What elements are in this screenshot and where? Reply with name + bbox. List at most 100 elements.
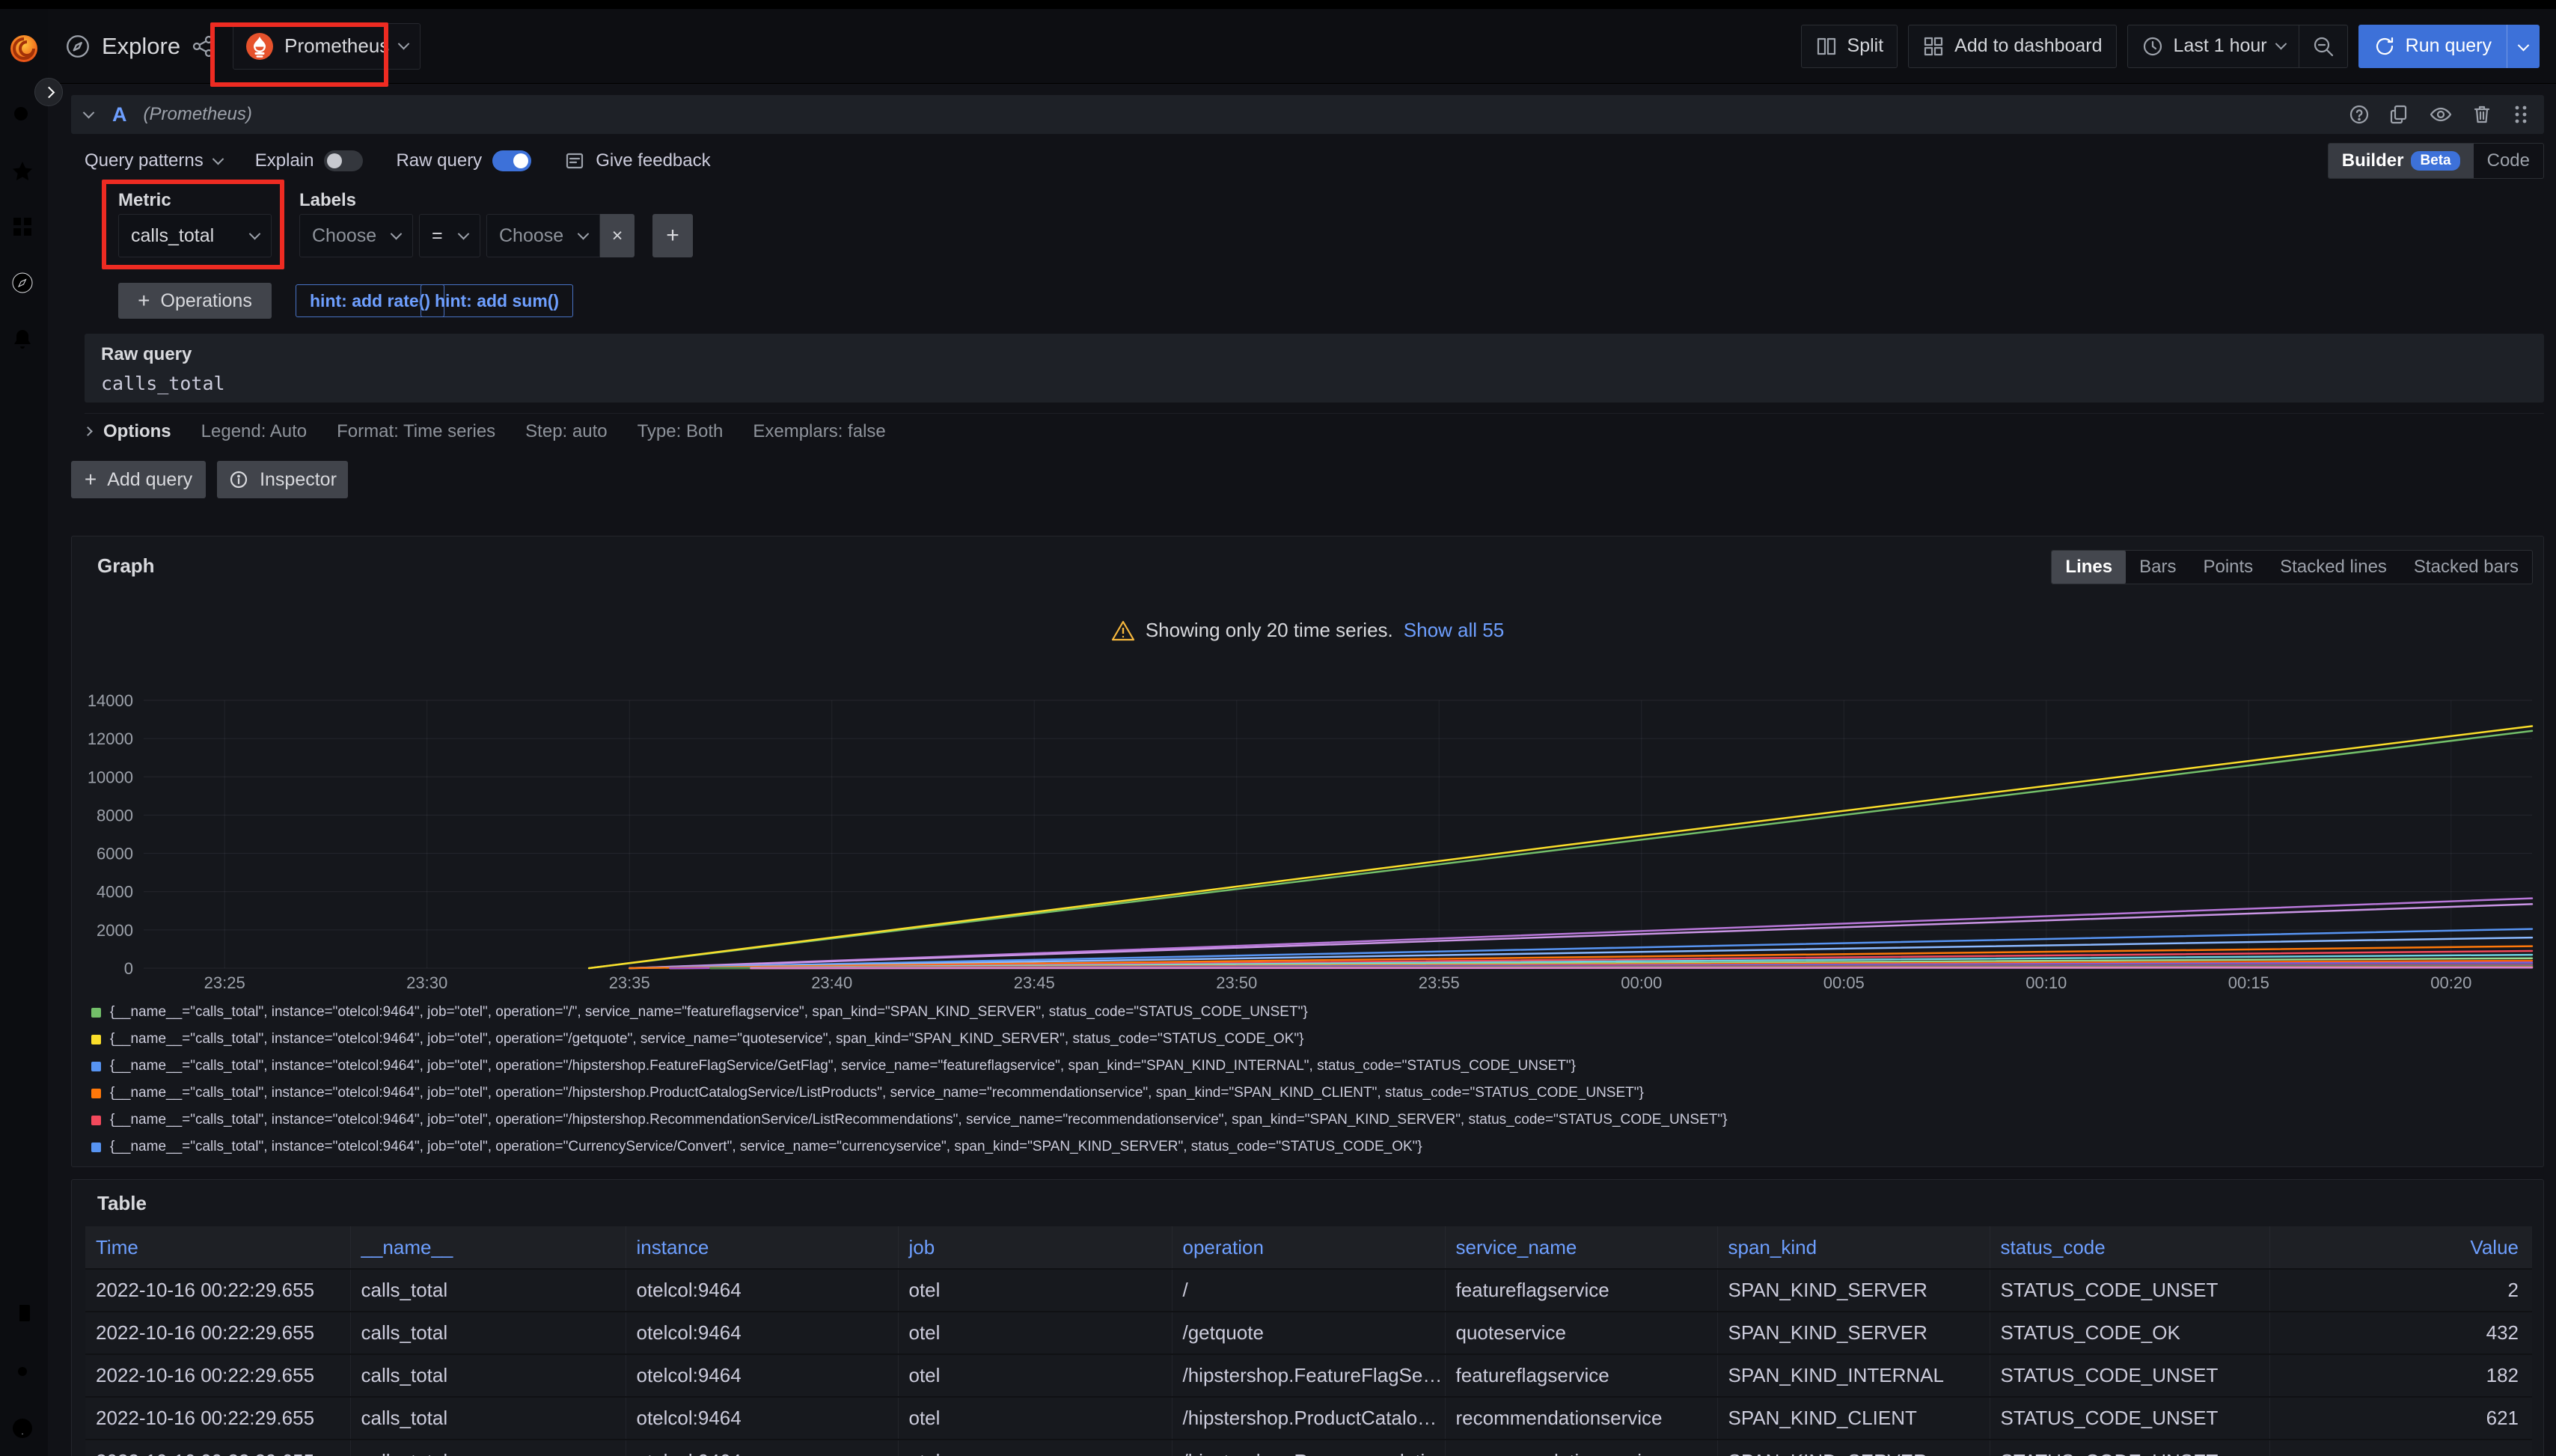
help-circle-icon[interactable] (2348, 103, 2370, 126)
legend-swatch (91, 1035, 101, 1044)
options-expander[interactable]: Options (85, 421, 171, 442)
add-to-dashboard-button[interactable]: Add to dashboard (1908, 25, 2116, 68)
tab-lines[interactable]: Lines (2052, 551, 2126, 584)
svg-text:10000: 10000 (88, 768, 133, 786)
table-row[interactable]: 2022-10-16 00:22:29.655calls_totalotelco… (85, 1269, 2532, 1312)
svg-text:23:50: 23:50 (1216, 973, 1257, 992)
datasource-picker[interactable]: Prometheus (233, 23, 421, 70)
starred-icon[interactable] (10, 159, 35, 184)
legend-item[interactable]: {__name__="calls_total", instance="otelc… (91, 1107, 2528, 1134)
trash-icon[interactable] (2471, 103, 2493, 126)
grafana-logo[interactable] (9, 31, 39, 64)
plus-icon: + (138, 289, 150, 313)
table-panel: Table Time __name__ instance job operati… (71, 1179, 2544, 1456)
split-button[interactable]: Split (1801, 25, 1898, 68)
sidebar-expand-button[interactable] (34, 78, 63, 106)
legend-item[interactable]: {__name__="calls_total", instance="otelc… (91, 1080, 2528, 1107)
operations-button[interactable]: + Operations (118, 283, 272, 319)
eye-icon[interactable] (2429, 103, 2453, 126)
chevron-down-icon (398, 38, 410, 50)
help-icon[interactable] (10, 1416, 35, 1441)
cell-instance: otelcol:9464 (626, 1269, 898, 1312)
cell-instance: otelcol:9464 (626, 1312, 898, 1354)
cell-time: 2022-10-16 00:22:29.655 (85, 1440, 350, 1456)
query-row-header[interactable]: A (Prometheus) (71, 95, 2544, 134)
show-all-series-link[interactable]: Show all 55 (1404, 619, 1504, 642)
table-row[interactable]: 2022-10-16 00:22:29.655calls_totalotelco… (85, 1312, 2532, 1354)
zoom-out-button[interactable] (2299, 34, 2347, 58)
metric-select[interactable]: calls_total (118, 214, 272, 257)
give-feedback-label: Give feedback (596, 150, 710, 171)
refresh-icon (2373, 35, 2396, 58)
chevron-down-icon (458, 227, 470, 239)
label-key-placeholder: Choose (312, 225, 376, 247)
explain-toggle[interactable] (324, 150, 363, 171)
code-tab[interactable]: Code (2474, 144, 2543, 178)
settings-gear-icon[interactable] (10, 1359, 35, 1384)
run-query-button[interactable]: Run query (2358, 25, 2540, 68)
cell-service-name: recommendationservice (1445, 1397, 1717, 1440)
hint-add-sum-button[interactable]: hint: add sum() (421, 284, 573, 317)
tab-points[interactable]: Points (2189, 551, 2266, 584)
table-row[interactable]: 2022-10-16 00:22:29.655calls_totalotelco… (85, 1354, 2532, 1397)
cell-instance: otelcol:9464 (626, 1354, 898, 1397)
label-operator-select[interactable]: = (419, 214, 480, 257)
collapse-query-icon[interactable] (83, 106, 95, 118)
column-header-instance[interactable]: instance (626, 1226, 898, 1269)
raw-query-toggle[interactable] (492, 150, 531, 171)
tab-stacked-bars[interactable]: Stacked bars (2400, 551, 2532, 584)
add-label-button[interactable]: + (652, 214, 693, 257)
label-value-select[interactable]: Choose (486, 214, 600, 257)
search-icon[interactable] (10, 103, 35, 128)
tab-stacked-lines[interactable]: Stacked lines (2266, 551, 2400, 584)
cell-span-kind: SPAN_KIND_CLIENT (1717, 1397, 1990, 1440)
run-query-dropdown[interactable] (2507, 35, 2540, 57)
cell-instance: otelcol:9464 (626, 1440, 898, 1456)
time-series-chart[interactable]: 23:2523:3023:3523:4023:4523:5023:5500:00… (78, 683, 2540, 1000)
cell-job: otel (898, 1354, 1172, 1397)
cell-operation: / (1172, 1269, 1445, 1312)
inspector-button[interactable]: Inspector (217, 461, 348, 498)
chevron-down-icon (249, 227, 261, 239)
give-feedback-button[interactable]: Give feedback (564, 150, 710, 171)
dashboards-icon[interactable] (10, 214, 35, 239)
legend-swatch (91, 1062, 101, 1071)
explain-toggle-group: Explain (255, 150, 364, 171)
add-query-button[interactable]: + Add query (71, 461, 206, 498)
table-row[interactable]: 2022-10-16 00:22:29.655calls_totalotelco… (85, 1397, 2532, 1440)
column-header-name[interactable]: __name__ (350, 1226, 626, 1269)
drag-handle-icon[interactable] (2511, 103, 2531, 126)
share-icon[interactable] (191, 34, 215, 58)
legend-item[interactable]: {__name__="calls_total", instance="otelc… (91, 1134, 2528, 1160)
remove-label-button[interactable]: × (600, 214, 635, 257)
query-patterns-dropdown[interactable]: Query patterns (85, 150, 222, 171)
graph-panel-title: Graph (97, 554, 155, 578)
column-header-job[interactable]: job (898, 1226, 1172, 1269)
label-key-select[interactable]: Choose (299, 214, 413, 257)
column-header-time[interactable]: Time (85, 1226, 350, 1269)
legend-item[interactable]: {__name__="calls_total", instance="otelc… (91, 1053, 2528, 1080)
legend-item[interactable]: {__name__="calls_total", instance="otelc… (91, 999, 2528, 1026)
column-header-service-name[interactable]: service_name (1445, 1226, 1717, 1269)
graph-style-tabs: Lines Bars Points Stacked lines Stacked … (2051, 550, 2533, 584)
explore-compass-icon[interactable] (10, 270, 35, 296)
feedback-icon (564, 150, 585, 171)
column-header-span-kind[interactable]: span_kind (1717, 1226, 1990, 1269)
svg-text:4000: 4000 (97, 883, 133, 902)
svg-text:00:20: 00:20 (2430, 973, 2471, 992)
copy-icon[interactable] (2388, 103, 2411, 126)
column-header-value[interactable]: Value (2269, 1226, 2532, 1269)
column-header-status-code[interactable]: status_code (1990, 1226, 2269, 1269)
legend-swatch (91, 1089, 101, 1098)
builder-tab[interactable]: Builder Beta (2329, 144, 2474, 178)
column-header-operation[interactable]: operation (1172, 1226, 1445, 1269)
legend-item[interactable]: {__name__="calls_total", instance="otelc… (91, 1026, 2528, 1053)
alerting-bell-icon[interactable] (10, 326, 35, 352)
tab-bars[interactable]: Bars (2126, 551, 2189, 584)
cell-name: calls_total (350, 1440, 626, 1456)
sign-in-icon[interactable] (10, 1300, 35, 1326)
explain-label: Explain (255, 150, 314, 171)
time-range-picker[interactable]: Last 1 hour (2128, 35, 2299, 58)
plus-icon: + (85, 468, 97, 492)
table-row[interactable]: 2022-10-16 00:22:29.655calls_totalotelco… (85, 1440, 2532, 1456)
